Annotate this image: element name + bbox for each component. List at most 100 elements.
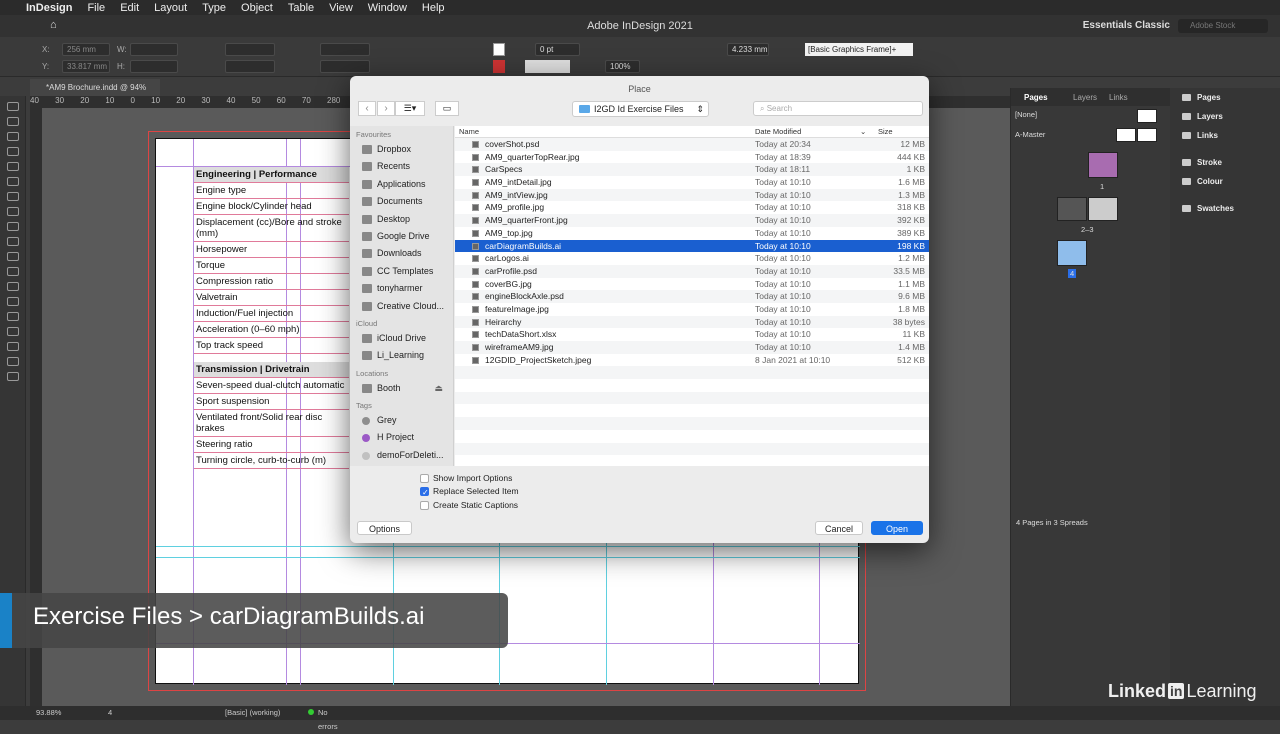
stroke-type-dropdown[interactable] [525, 60, 570, 73]
a-master-thumb-right[interactable] [1137, 128, 1157, 142]
table-row[interactable]: Engine block/Cylinder head [194, 199, 349, 215]
sidebar-item[interactable]: Downloads [350, 245, 453, 262]
table-header-row[interactable]: Engineering | Performance [194, 167, 349, 183]
table-header-row[interactable]: Transmission | Drivetrain [194, 362, 349, 378]
tab-pages[interactable]: Pages [1024, 93, 1048, 102]
note-tool-icon[interactable] [6, 312, 19, 321]
rectangle-frame-tool-icon[interactable] [6, 237, 19, 246]
menu-table[interactable]: Table [288, 2, 314, 14]
table-row[interactable]: Displacement (cc)/Bore and stroke (mm) [194, 215, 349, 242]
eject-icon[interactable]: ⏏ [434, 380, 443, 397]
file-row[interactable]: AM9_quarterFront.jpg Today at 10:10 392 KB [455, 214, 929, 227]
checkbox-icon[interactable] [420, 486, 429, 500]
preflight-status[interactable]: No errors [308, 706, 338, 731]
selection-tool-icon[interactable] [6, 102, 19, 111]
checkbox-icon[interactable] [420, 500, 429, 510]
sidebar-item[interactable]: iCloud Drive [350, 330, 453, 347]
direct-selection-tool-icon[interactable] [6, 117, 19, 126]
menu-layout[interactable]: Layout [154, 2, 187, 14]
stroke-swatch[interactable] [493, 60, 505, 73]
spec-table[interactable]: Engineering | Performance Engine type Engi… [194, 167, 349, 469]
menu-type[interactable]: Type [202, 2, 226, 14]
free-transform-tool-icon[interactable] [6, 282, 19, 291]
table-row[interactable]: Horsepower [194, 242, 349, 258]
table-row[interactable]: Compression ratio [194, 274, 349, 290]
table-row[interactable]: Acceleration (0–60 mph) [194, 322, 349, 338]
y-field[interactable]: 33.817 mm [62, 60, 110, 73]
file-row[interactable]: carProfile.psd Today at 10:10 33.5 MB [455, 264, 929, 278]
table-row[interactable]: Turning circle, curb-to-curb (m) [194, 453, 349, 469]
none-master-thumb[interactable] [1137, 109, 1157, 123]
view-mode-button[interactable]: ☰▾ [395, 101, 425, 116]
sidebar-item[interactable]: H Project [350, 429, 453, 446]
column-size[interactable]: Size [878, 127, 893, 136]
page-tool-icon[interactable] [6, 132, 19, 141]
panel-layers-button[interactable]: Layers [1170, 107, 1280, 126]
table-row[interactable]: Ventilated front/Solid rear disc brakes [194, 410, 349, 437]
sidebar-item[interactable]: Applications [350, 176, 453, 193]
file-row[interactable]: featureImage.jpg Today at 10:10 1.8 MB [455, 303, 929, 316]
home-icon[interactable]: ⌂ [50, 19, 57, 31]
column-name[interactable]: Name [459, 127, 479, 136]
stroke-weight-field[interactable]: 0 pt [535, 43, 580, 56]
file-row[interactable]: AM9_intView.jpg Today at 10:10 1.3 MB [455, 188, 929, 202]
menu-view[interactable]: View [329, 2, 353, 14]
open-button[interactable]: Open [871, 521, 923, 535]
document-tab[interactable]: *AM9 Brochure.indd @ 94% [30, 79, 160, 96]
rectangle-tool-icon[interactable] [6, 252, 19, 261]
table-row[interactable]: Torque [194, 258, 349, 274]
location-popup[interactable]: I2GD Id Exercise Files ⇕ [572, 101, 709, 117]
line-tool-icon[interactable] [6, 192, 19, 201]
menu-edit[interactable]: Edit [120, 2, 139, 14]
option-checkbox[interactable]: Create Static Captions [420, 499, 519, 512]
sidebar-item[interactable]: Documents [350, 193, 453, 210]
a-master-thumb-left[interactable] [1116, 128, 1136, 142]
shear-field[interactable] [320, 60, 370, 73]
tab-links[interactable]: Links [1109, 93, 1128, 102]
a-master[interactable]: A-Master [1015, 130, 1045, 139]
sidebar-item[interactable]: Li_Learning [350, 347, 453, 364]
menu-file[interactable]: File [87, 2, 105, 14]
none-master[interactable]: [None] [1015, 110, 1037, 119]
table-row[interactable]: Top track speed [194, 338, 349, 354]
file-row[interactable]: techDataShort.xlsx Today at 10:10 11 KB [455, 328, 929, 341]
file-row[interactable]: carLogos.ai Today at 10:10 1.2 MB [455, 252, 929, 265]
page-1-thumb[interactable] [1088, 152, 1118, 178]
h-field[interactable] [130, 60, 178, 73]
object-style-dropdown[interactable]: [Basic Graphics Frame]+ [805, 43, 913, 56]
file-row[interactable]: coverShot.psd Today at 20:34 12 MB [455, 138, 929, 151]
file-row[interactable]: wireframeAM9.jpg Today at 10:10 1.4 MB [455, 341, 929, 354]
sidebar-item[interactable]: Booth ⏏ [350, 380, 453, 397]
column-date[interactable]: Date Modified [755, 127, 801, 136]
file-row[interactable]: AM9_top.jpg Today at 10:10 389 KB [455, 227, 929, 240]
type-tool-icon[interactable] [6, 177, 19, 186]
sidebar-item[interactable]: Grey [350, 412, 453, 429]
page-4-thumb[interactable] [1057, 240, 1087, 266]
table-row[interactable]: Seven-speed dual-clutch automatic [194, 378, 349, 394]
gap-tool-icon[interactable] [6, 147, 19, 156]
eyedropper-tool-icon[interactable] [6, 327, 19, 336]
file-row[interactable]: CarSpecs Today at 18:11 1 KB [455, 163, 929, 177]
file-row[interactable]: AM9_intDetail.jpg Today at 10:10 1.6 MB [455, 176, 929, 189]
content-collector-icon[interactable] [6, 162, 19, 171]
table-row[interactable]: Sport suspension [194, 394, 349, 410]
file-row[interactable]: AM9_profile.jpg Today at 10:10 318 KB [455, 201, 929, 214]
pencil-tool-icon[interactable] [6, 222, 19, 231]
options-button[interactable]: Options [357, 521, 412, 535]
menu-object[interactable]: Object [241, 2, 273, 14]
file-row[interactable]: carDiagramBuilds.ai Today at 10:10 198 KB [455, 239, 929, 253]
cancel-button[interactable]: Cancel [815, 521, 863, 535]
option-checkbox[interactable]: Show Import Options [420, 472, 519, 485]
pen-tool-icon[interactable] [6, 207, 19, 216]
menu-help[interactable]: Help [422, 2, 445, 14]
sidebar-item[interactable]: tonyharmer [350, 280, 453, 297]
hand-tool-icon[interactable] [6, 342, 19, 351]
panel-colour-button[interactable]: Colour [1170, 172, 1280, 191]
table-row[interactable]: Induction/Fuel injection [194, 306, 349, 322]
search-input[interactable]: ⌕ Search [753, 101, 923, 116]
forward-button[interactable]: › [377, 101, 395, 116]
scale-y-field[interactable] [225, 60, 275, 73]
sidebar-item[interactable]: demoForDeleti... [350, 447, 453, 464]
tab-layers[interactable]: Layers [1073, 93, 1097, 102]
opacity-field[interactable]: 100% [605, 60, 640, 73]
